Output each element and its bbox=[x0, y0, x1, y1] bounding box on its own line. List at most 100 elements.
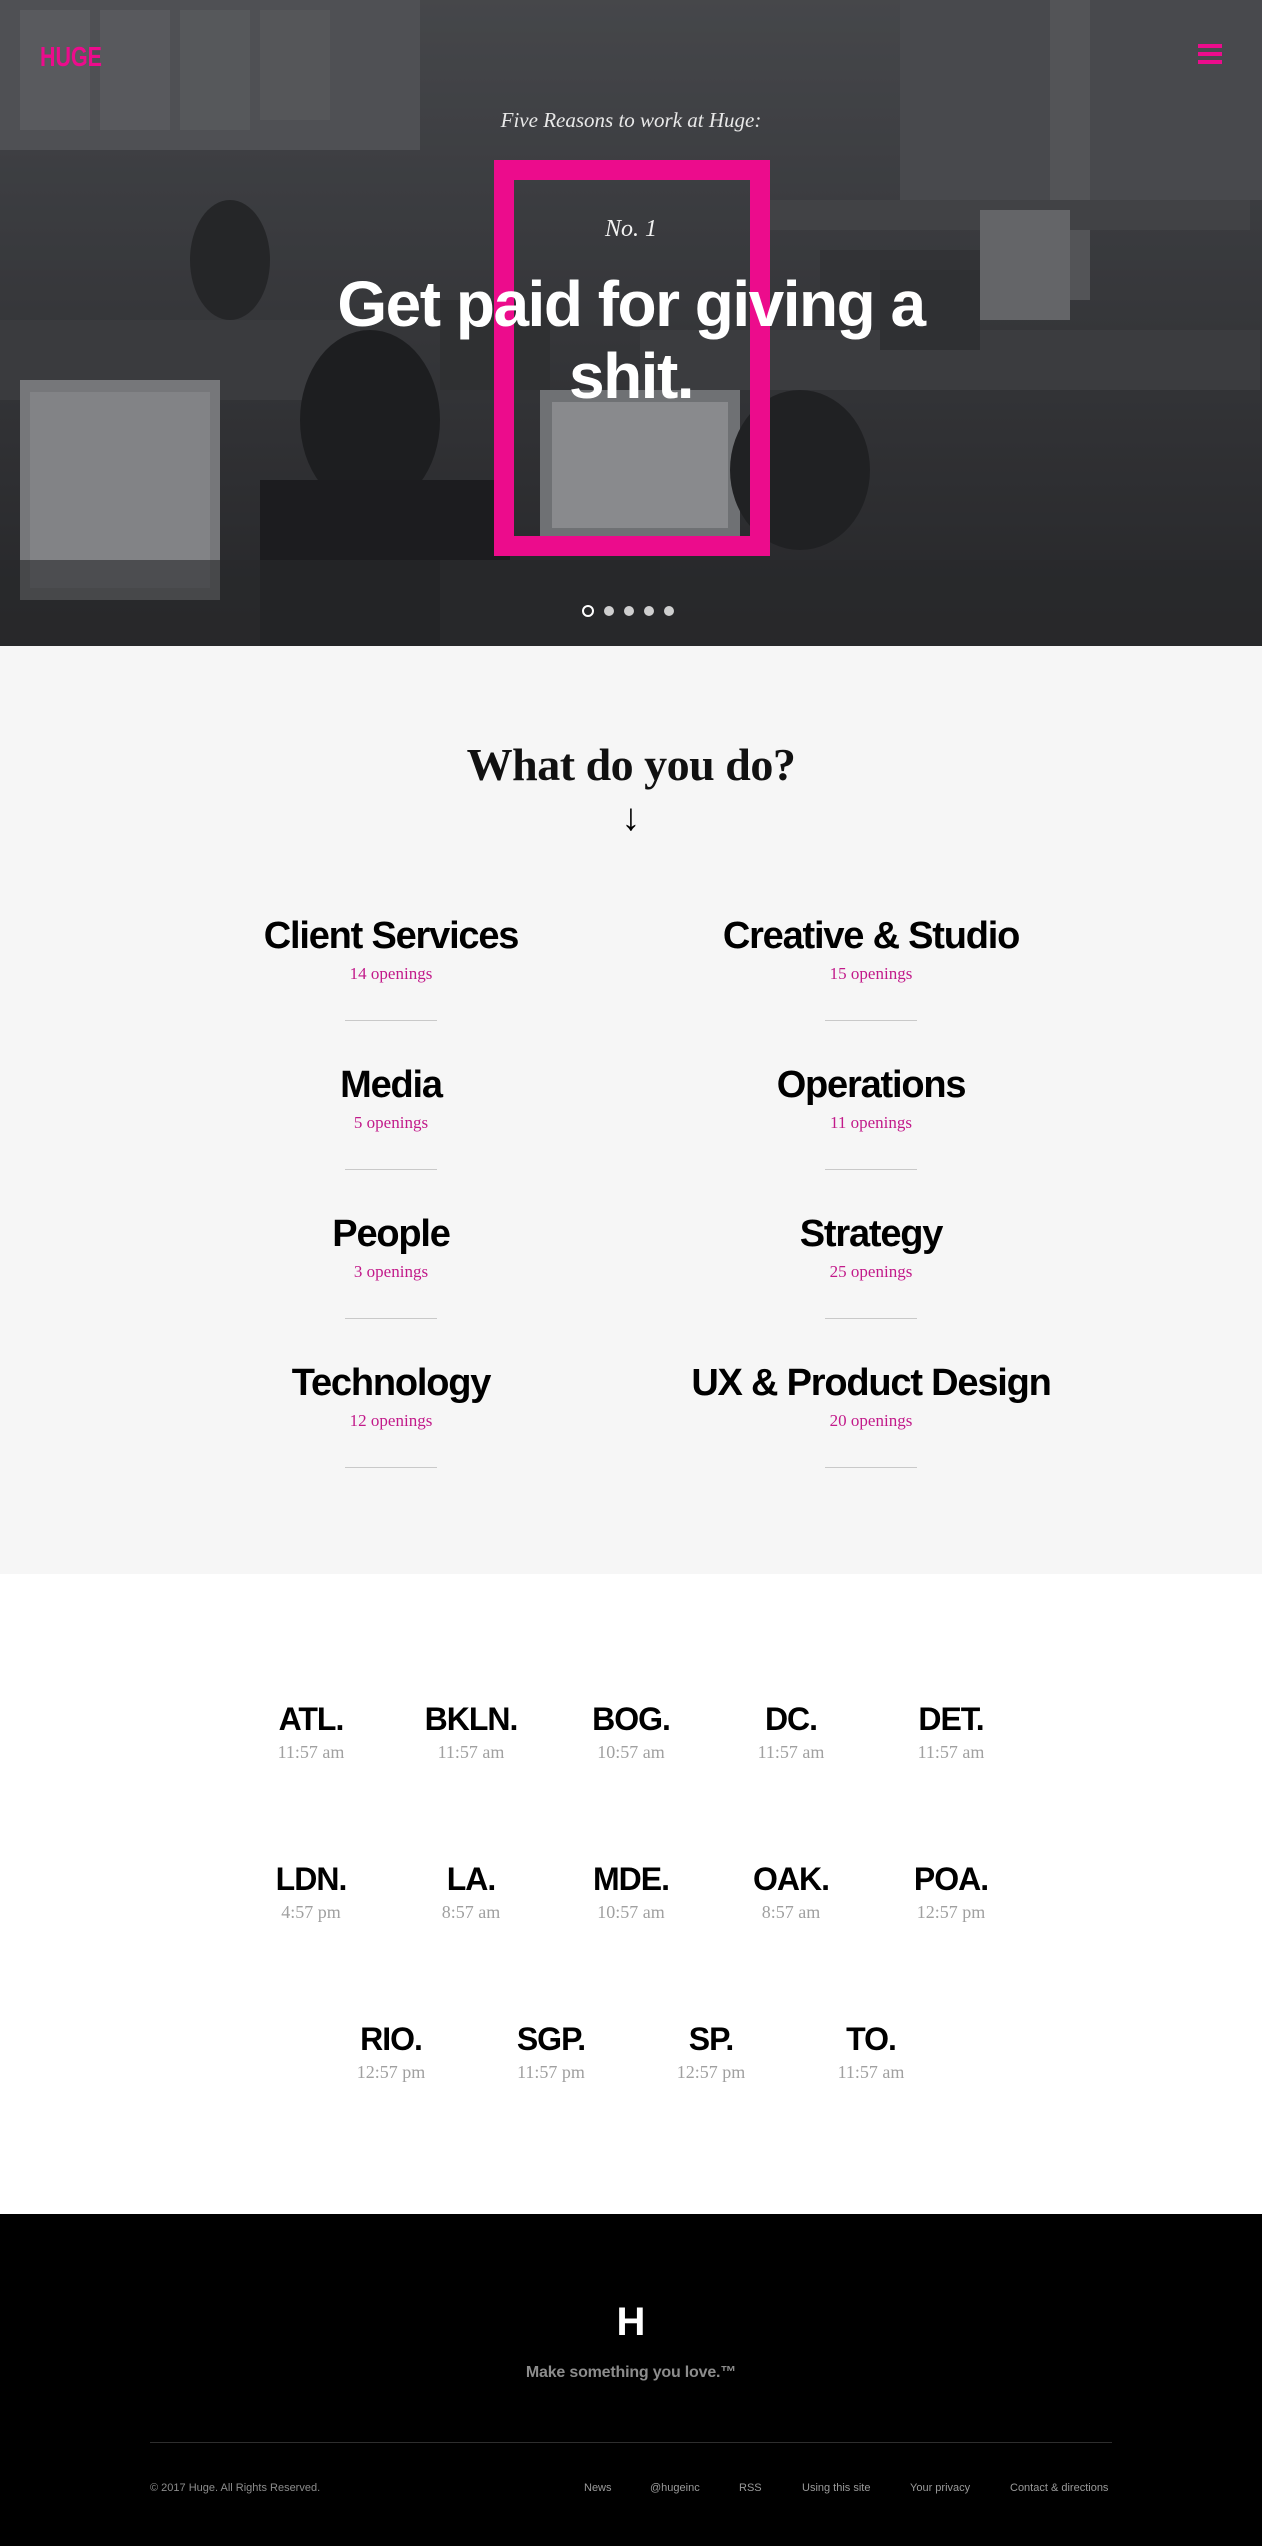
down-arrow-icon: ↓ bbox=[621, 797, 641, 839]
menu-bar bbox=[1198, 60, 1222, 64]
office-clock[interactable]: BKLN. 11:57 am bbox=[391, 1700, 551, 1763]
office-time: 12:57 pm bbox=[676, 2062, 746, 2082]
department-name[interactable]: People bbox=[131, 1212, 651, 1256]
office-clock[interactable]: SP. 12:57 pm bbox=[631, 2020, 791, 2083]
office-code: BKLN. bbox=[424, 1701, 519, 1737]
office-clock[interactable]: LDN. 4:57 pm bbox=[231, 1860, 391, 1923]
departments-section: What do you do? ↓ Client Services 14 ope… bbox=[0, 646, 1262, 1574]
office-clock[interactable]: POA. 12:57 pm bbox=[871, 1860, 1031, 1923]
divider bbox=[345, 1467, 437, 1468]
office-code: DC. bbox=[764, 1701, 818, 1737]
office-code: ATL. bbox=[278, 1701, 345, 1737]
carousel-dot[interactable] bbox=[624, 606, 634, 616]
copyright-text: © 2017 Huge. All Rights Reserved. bbox=[150, 2482, 321, 2494]
menu-bar bbox=[1198, 52, 1222, 56]
office-clock[interactable]: BOG. 10:57 am bbox=[551, 1700, 711, 1763]
office-time: 8:57 am bbox=[761, 1902, 821, 1922]
office-time: 11:57 am bbox=[277, 1742, 345, 1762]
department-item[interactable]: Technology 12 openings bbox=[131, 1361, 651, 1468]
office-time: 11:57 pm bbox=[517, 2062, 585, 2082]
divider bbox=[825, 1467, 917, 1468]
department-name[interactable]: Technology bbox=[131, 1361, 651, 1405]
carousel-dot[interactable] bbox=[582, 605, 594, 617]
office-code: MDE. bbox=[593, 1861, 670, 1897]
office-code: SP. bbox=[688, 2021, 734, 2057]
office-time: 4:57 pm bbox=[281, 1902, 341, 1922]
huge-logo[interactable]: HUGE bbox=[40, 40, 102, 72]
office-clock[interactable]: DC. 11:57 am bbox=[711, 1700, 871, 1763]
office-time: 11:57 am bbox=[917, 1742, 985, 1762]
office-time: 8:57 am bbox=[441, 1902, 501, 1922]
slide-number: No. 1 bbox=[604, 216, 657, 242]
office-clock[interactable]: SGP. 11:57 pm bbox=[471, 2020, 631, 2083]
huge-h-logo[interactable]: H bbox=[616, 2302, 646, 2338]
department-name[interactable]: UX & Product Design bbox=[611, 1361, 1131, 1405]
department-item[interactable]: Creative & Studio 15 openings bbox=[611, 914, 1131, 1021]
divider bbox=[825, 1169, 917, 1170]
department-openings[interactable]: 12 openings bbox=[131, 1411, 651, 1431]
office-time: 12:57 pm bbox=[356, 2062, 426, 2082]
footer-link-using-this-site[interactable]: Using this site bbox=[802, 2482, 910, 2494]
department-openings[interactable]: 25 openings bbox=[611, 1262, 1131, 1282]
department-name[interactable]: Media bbox=[131, 1063, 651, 1107]
footer-nav: News @hugeinc RSS Using this site Your p… bbox=[584, 2482, 1108, 2494]
footer-link-twitter[interactable]: @hugeinc bbox=[650, 2482, 739, 2494]
footer-link-contact[interactable]: Contact & directions bbox=[1010, 2482, 1108, 2494]
office-code: DET. bbox=[918, 1701, 984, 1737]
office-clock[interactable]: LA. 8:57 am bbox=[391, 1860, 551, 1923]
department-openings[interactable]: 15 openings bbox=[611, 964, 1131, 984]
office-time: 10:57 am bbox=[597, 1742, 665, 1762]
office-clock[interactable]: TO. 11:57 am bbox=[791, 2020, 951, 2083]
department-openings[interactable]: 3 openings bbox=[131, 1262, 651, 1282]
department-name[interactable]: Operations bbox=[611, 1063, 1131, 1107]
office-clock[interactable]: RIO. 12:57 pm bbox=[311, 2020, 471, 2083]
office-clock[interactable]: ATL. 11:57 am bbox=[231, 1700, 391, 1763]
office-code: LDN. bbox=[275, 1861, 348, 1897]
hamburger-menu-icon[interactable] bbox=[1198, 44, 1222, 68]
footer-link-privacy[interactable]: Your privacy bbox=[910, 2482, 1010, 2494]
office-code: POA. bbox=[913, 1861, 989, 1897]
office-clock[interactable]: OAK. 8:57 am bbox=[711, 1860, 871, 1923]
office-clock[interactable]: MDE. 10:57 am bbox=[551, 1860, 711, 1923]
department-item[interactable]: Strategy 25 openings bbox=[611, 1212, 1131, 1319]
office-code: TO. bbox=[846, 2021, 897, 2057]
department-item[interactable]: Media 5 openings bbox=[131, 1063, 651, 1170]
department-item[interactable]: Client Services 14 openings bbox=[131, 914, 651, 1021]
carousel-dots bbox=[582, 604, 674, 618]
department-openings[interactable]: 20 openings bbox=[611, 1411, 1131, 1431]
department-item[interactable]: Operations 11 openings bbox=[611, 1063, 1131, 1170]
department-item[interactable]: People 3 openings bbox=[131, 1212, 651, 1319]
footer-divider bbox=[150, 2442, 1112, 2443]
footer-tagline: Make something you love.™ bbox=[525, 2364, 737, 2381]
office-code: BOG. bbox=[592, 1701, 671, 1737]
divider bbox=[825, 1020, 917, 1021]
office-time: 11:57 am bbox=[757, 1742, 825, 1762]
department-name[interactable]: Creative & Studio bbox=[611, 914, 1131, 958]
footer-link-rss[interactable]: RSS bbox=[739, 2482, 802, 2494]
office-time: 11:57 am bbox=[837, 2062, 905, 2082]
footer-link-news[interactable]: News bbox=[584, 2482, 650, 2494]
office-code: LA. bbox=[446, 1861, 497, 1897]
department-name[interactable]: Client Services bbox=[131, 914, 651, 958]
department-name[interactable]: Strategy bbox=[611, 1212, 1131, 1256]
hero-carousel: HUGE Five Reasons to work at Huge: No. 1… bbox=[0, 0, 1262, 646]
office-clock[interactable]: DET. 11:57 am bbox=[871, 1700, 1031, 1763]
department-item[interactable]: UX & Product Design 20 openings bbox=[611, 1361, 1131, 1468]
department-openings[interactable]: 14 openings bbox=[131, 964, 651, 984]
site-footer: H Make something you love.™ © 2017 Huge.… bbox=[0, 2214, 1262, 2546]
office-time: 12:57 pm bbox=[916, 1902, 986, 1922]
divider bbox=[825, 1318, 917, 1319]
department-openings[interactable]: 11 openings bbox=[611, 1113, 1131, 1133]
office-code: SGP. bbox=[516, 2021, 586, 2057]
office-code: RIO. bbox=[360, 2021, 423, 2057]
menu-bar bbox=[1198, 44, 1222, 48]
office-code: OAK. bbox=[753, 1861, 830, 1897]
department-openings[interactable]: 5 openings bbox=[131, 1113, 651, 1133]
carousel-dot[interactable] bbox=[604, 606, 614, 616]
offices-section: ATL. 11:57 am BKLN. 11:57 am BOG. 10:57 … bbox=[0, 1574, 1262, 2214]
carousel-dot[interactable] bbox=[644, 606, 654, 616]
office-time: 10:57 am bbox=[597, 1902, 665, 1922]
hero-title: Get paid for giving a shit. bbox=[337, 268, 926, 412]
carousel-dot[interactable] bbox=[664, 606, 674, 616]
hero-kicker: Five Reasons to work at Huge: bbox=[500, 108, 762, 132]
